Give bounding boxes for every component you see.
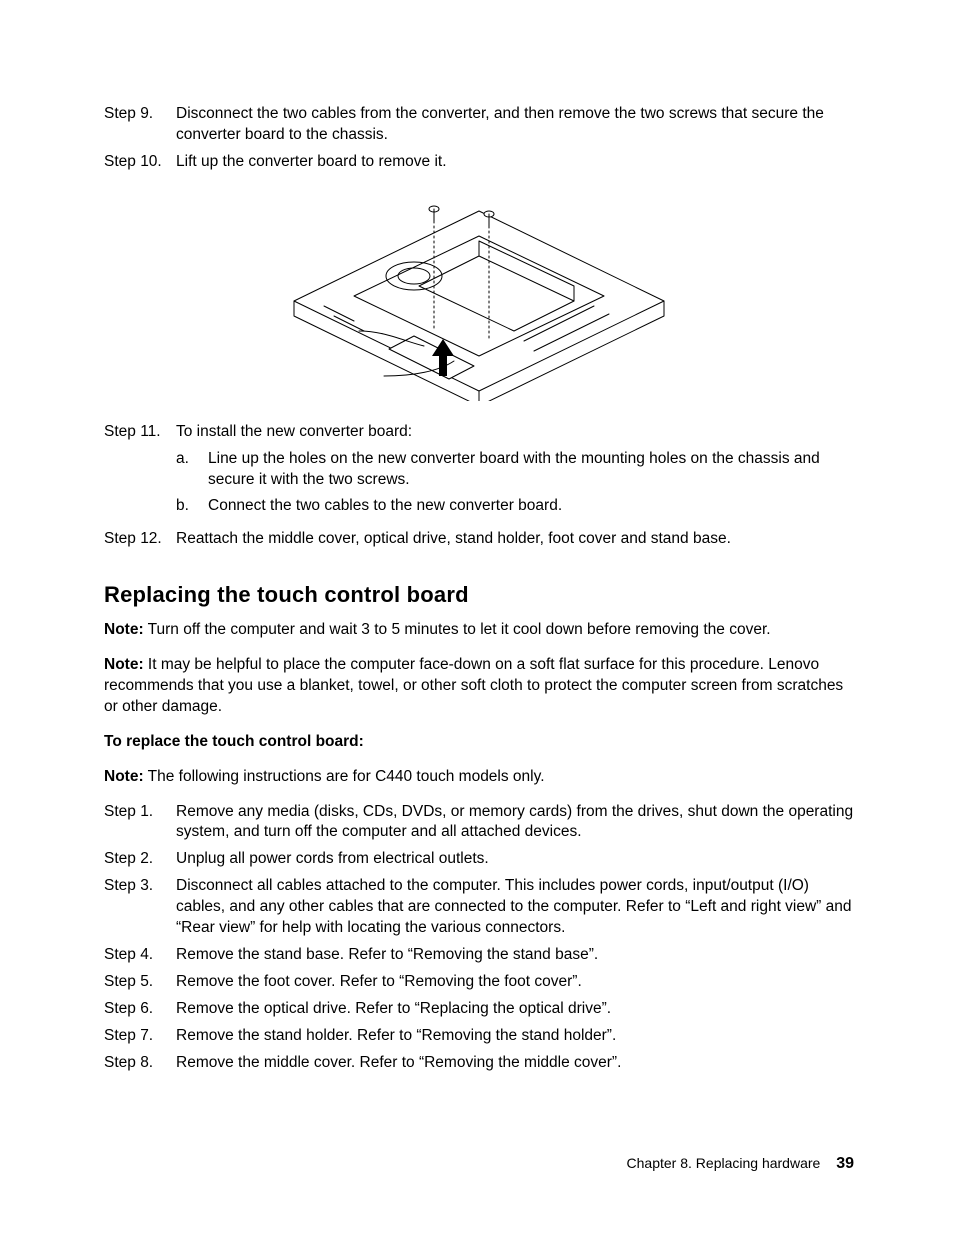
- footer-page-number: 39: [836, 1155, 854, 1172]
- section-heading: Replacing the touch control board: [104, 580, 854, 610]
- step-row: Step 11. To install the new converter bo…: [104, 422, 854, 524]
- step-row: Step 2. Unplug all power cords from elec…: [104, 849, 854, 870]
- substeps: a. Line up the holes on the new converte…: [176, 449, 854, 518]
- procedure-subheading: To replace the touch control board:: [104, 732, 854, 753]
- note-paragraph: Note: The following instructions are for…: [104, 767, 854, 788]
- step-body: Disconnect all cables attached to the co…: [176, 876, 854, 939]
- step-row: Step 7. Remove the stand holder. Refer t…: [104, 1026, 854, 1047]
- footer-chapter: Chapter 8. Replacing hardware: [627, 1155, 821, 1171]
- step-body: Remove any media (disks, CDs, DVDs, or m…: [176, 802, 854, 844]
- step-row: Step 4. Remove the stand base. Refer to …: [104, 945, 854, 966]
- note-text: The following instructions are for C440 …: [144, 768, 545, 785]
- step-label: Step 11.: [104, 422, 176, 524]
- step-label: Step 9.: [104, 104, 176, 146]
- note-paragraph: Note: Turn off the computer and wait 3 t…: [104, 620, 854, 641]
- step-label: Step 1.: [104, 802, 176, 844]
- note-label: Note:: [104, 656, 144, 673]
- step-label: Step 2.: [104, 849, 176, 870]
- step-body: To install the new converter board: a. L…: [176, 422, 854, 524]
- step-body: Disconnect the two cables from the conve…: [176, 104, 854, 146]
- step-row: Step 8. Remove the middle cover. Refer t…: [104, 1053, 854, 1074]
- note-paragraph: Note: It may be helpful to place the com…: [104, 655, 854, 718]
- step-row: Step 10. Lift up the converter board to …: [104, 152, 854, 173]
- step-row: Step 9. Disconnect the two cables from t…: [104, 104, 854, 146]
- step11-block: Step 11. To install the new converter bo…: [104, 422, 854, 551]
- step-row: Step 5. Remove the foot cover. Refer to …: [104, 972, 854, 993]
- step-label: Step 3.: [104, 876, 176, 939]
- step-label: Step 5.: [104, 972, 176, 993]
- substep-label: b.: [176, 496, 208, 517]
- step-body: Remove the stand holder. Refer to “Remov…: [176, 1026, 854, 1047]
- page-footer: Chapter 8. Replacing hardware 39: [627, 1153, 854, 1175]
- step-row: Step 6. Remove the optical drive. Refer …: [104, 999, 854, 1020]
- top-steps: Step 9. Disconnect the two cables from t…: [104, 104, 854, 173]
- note-text: It may be helpful to place the computer …: [104, 656, 843, 715]
- note-label: Note:: [104, 768, 144, 785]
- step-body: Remove the optical drive. Refer to “Repl…: [176, 999, 854, 1020]
- note-label: Note:: [104, 621, 144, 638]
- step-label: Step 8.: [104, 1053, 176, 1074]
- step-label: Step 7.: [104, 1026, 176, 1047]
- step-row: Step 3. Disconnect all cables attached t…: [104, 876, 854, 939]
- step-row: Step 1. Remove any media (disks, CDs, DV…: [104, 802, 854, 844]
- step-label: Step 12.: [104, 529, 176, 550]
- step-body: Remove the middle cover. Refer to “Remov…: [176, 1053, 854, 1074]
- bottom-steps: Step 1. Remove any media (disks, CDs, DV…: [104, 802, 854, 1074]
- exploded-view-icon: [264, 181, 694, 401]
- converter-board-figure: [104, 181, 854, 408]
- step-label: Step 10.: [104, 152, 176, 173]
- substep-body: Connect the two cables to the new conver…: [208, 496, 854, 517]
- step-body: Remove the foot cover. Refer to “Removin…: [176, 972, 854, 993]
- step-label: Step 6.: [104, 999, 176, 1020]
- step-row: Step 12. Reattach the middle cover, opti…: [104, 529, 854, 550]
- step-text: To install the new converter board:: [176, 423, 412, 440]
- substep-row: a. Line up the holes on the new converte…: [176, 449, 854, 491]
- substep-body: Line up the holes on the new converter b…: [208, 449, 854, 491]
- step-body: Reattach the middle cover, optical drive…: [176, 529, 854, 550]
- substep-row: b. Connect the two cables to the new con…: [176, 496, 854, 517]
- step-body: Unplug all power cords from electrical o…: [176, 849, 854, 870]
- step-body: Lift up the converter board to remove it…: [176, 152, 854, 173]
- note-text: Turn off the computer and wait 3 to 5 mi…: [144, 621, 771, 638]
- substep-label: a.: [176, 449, 208, 491]
- step-label: Step 4.: [104, 945, 176, 966]
- step-body: Remove the stand base. Refer to “Removin…: [176, 945, 854, 966]
- page-root: Step 9. Disconnect the two cables from t…: [0, 0, 954, 1235]
